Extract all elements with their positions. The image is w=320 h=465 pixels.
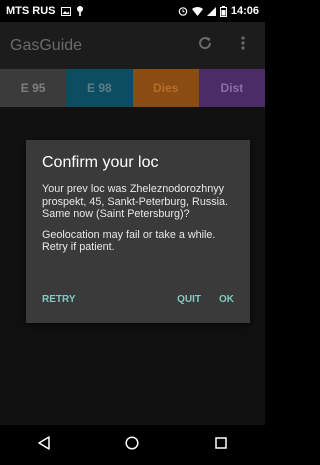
app-title: GasGuide: [10, 36, 83, 54]
tab-dies[interactable]: Dies: [132, 69, 199, 107]
home-icon: [125, 435, 140, 455]
status-bar-left: MTS RUS: [6, 5, 84, 17]
clock: 14:06: [230, 5, 259, 17]
app-bar: GasGuide: [0, 22, 265, 69]
dialog-message-location: Your prev loc was Zheleznodorozhnyy pros…: [42, 183, 229, 220]
recents-icon: [215, 436, 227, 454]
ok-button[interactable]: OK: [219, 294, 234, 305]
alarm-icon: [178, 6, 188, 16]
overflow-menu-button[interactable]: [231, 34, 255, 58]
quit-button[interactable]: QUIT: [177, 294, 201, 305]
refresh-button[interactable]: [193, 34, 217, 58]
carrier-name: MTS RUS: [6, 5, 56, 17]
home-button[interactable]: [118, 431, 146, 459]
status-bar-right: 14:06: [178, 5, 259, 17]
tab-e95[interactable]: E 95: [0, 69, 67, 107]
overflow-menu-icon: [241, 36, 245, 55]
tab-e98[interactable]: E 98: [66, 69, 133, 107]
image-icon: [60, 6, 71, 16]
wifi-icon: [191, 6, 203, 16]
dialog-message-geolocation: Geolocation may fail or take a while. Re…: [42, 228, 216, 254]
fuel-tabs: E 95 E 98 Dies Dist: [0, 69, 265, 107]
pin-icon: [76, 6, 84, 16]
dialog-actions: RETRY QUIT OK: [42, 291, 234, 307]
navigation-bar: [0, 425, 265, 465]
dialog-title: Confirm your loc: [42, 154, 159, 171]
status-bar: MTS RUS 14:06: [0, 0, 265, 22]
app-bar-actions: [193, 34, 255, 58]
confirm-location-dialog: Confirm your loc Your prev loc was Zhele…: [26, 140, 250, 323]
back-button[interactable]: [30, 431, 58, 459]
recents-button[interactable]: [207, 431, 235, 459]
refresh-icon: [197, 35, 213, 56]
battery-icon: [219, 5, 227, 17]
retry-button[interactable]: RETRY: [42, 294, 76, 305]
signal-icon: [206, 6, 216, 16]
back-icon: [37, 435, 51, 455]
tab-dist[interactable]: Dist: [198, 69, 265, 107]
